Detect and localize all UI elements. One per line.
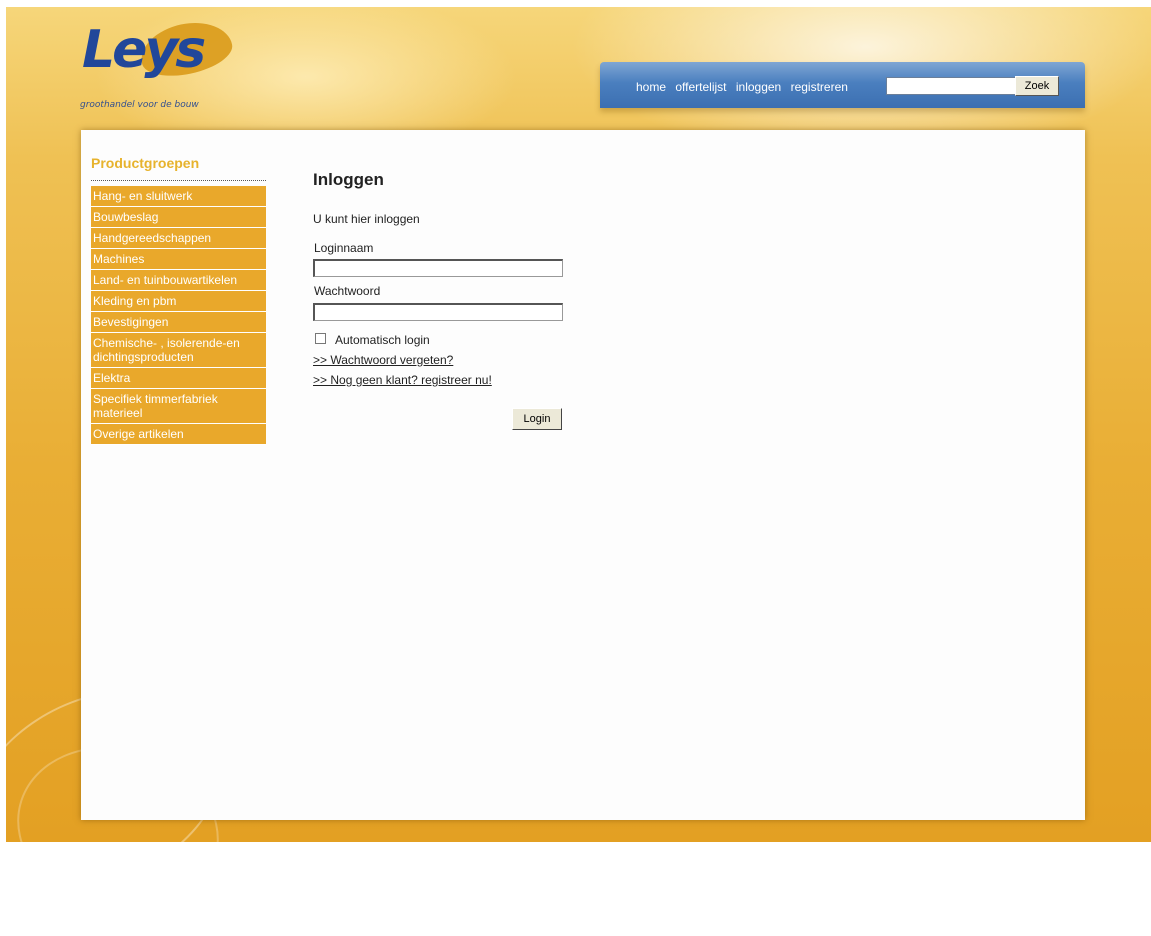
login-intro-text: U kunt hier inloggen [313, 212, 420, 226]
nav-link-offertelijst[interactable]: offertelijst [675, 80, 726, 94]
sidebar-menu: Hang- en sluitwerk Bouwbeslag Handgereed… [91, 186, 266, 445]
sidebar-item-kleding-en-pbm[interactable]: Kleding en pbm [91, 291, 266, 312]
forgot-password-link[interactable]: >> Wachtwoord vergeten? [313, 353, 453, 367]
logo[interactable]: Leys groothandel voor de bouw [78, 14, 248, 115]
sidebar-item-bevestigingen[interactable]: Bevestigingen [91, 312, 266, 333]
content-panel: Productgroepen Hang- en sluitwerk Bouwbe… [81, 130, 1085, 820]
register-link[interactable]: >> Nog geen klant? registreer nu! [313, 373, 492, 387]
nav-link-home[interactable]: home [636, 80, 666, 94]
page-title: Inloggen [313, 170, 384, 189]
sidebar-item-bouwbeslag[interactable]: Bouwbeslag [91, 207, 266, 228]
username-field[interactable] [313, 259, 563, 277]
sidebar-item-timmerfabriek-materieel[interactable]: Specifiek timmerfabriek materieel [91, 389, 266, 424]
sidebar-item-hang-en-sluitwerk[interactable]: Hang- en sluitwerk [91, 186, 266, 207]
sidebar-divider [91, 180, 266, 181]
login-form: Inloggen U kunt hier inloggen Loginnaam … [313, 170, 573, 430]
username-label: Loginnaam [314, 241, 374, 255]
logo-text: Leys [82, 20, 206, 80]
sidebar-item-land-en-tuinbouwartikelen[interactable]: Land- en tuinbouwartikelen [91, 270, 266, 291]
search-input[interactable] [886, 77, 1016, 95]
logo-tagline: groothandel voor de bouw [80, 100, 199, 110]
auto-login-checkbox[interactable] [315, 333, 326, 344]
top-navigation: home offertelijst inloggen registreren Z… [600, 62, 1085, 108]
sidebar-item-chemische-producten[interactable]: Chemische- , isolerende-en dichtingsprod… [91, 333, 266, 368]
nav-link-inloggen[interactable]: inloggen [736, 80, 781, 94]
sidebar-item-handgereedschappen[interactable]: Handgereedschappen [91, 228, 266, 249]
nav-link-registreren[interactable]: registreren [791, 80, 848, 94]
password-label: Wachtwoord [314, 284, 381, 298]
sidebar-item-elektra[interactable]: Elektra [91, 368, 266, 389]
password-field[interactable] [313, 303, 563, 321]
auto-login-label: Automatisch login [335, 333, 430, 347]
sidebar-item-overige-artikelen[interactable]: Overige artikelen [91, 424, 266, 445]
search-button[interactable]: Zoek [1015, 76, 1059, 96]
sidebar-title: Productgroepen [91, 155, 200, 171]
sidebar-item-machines[interactable]: Machines [91, 249, 266, 270]
nav-links: home offertelijst inloggen registreren [636, 80, 854, 94]
login-button[interactable]: Login [512, 408, 562, 430]
